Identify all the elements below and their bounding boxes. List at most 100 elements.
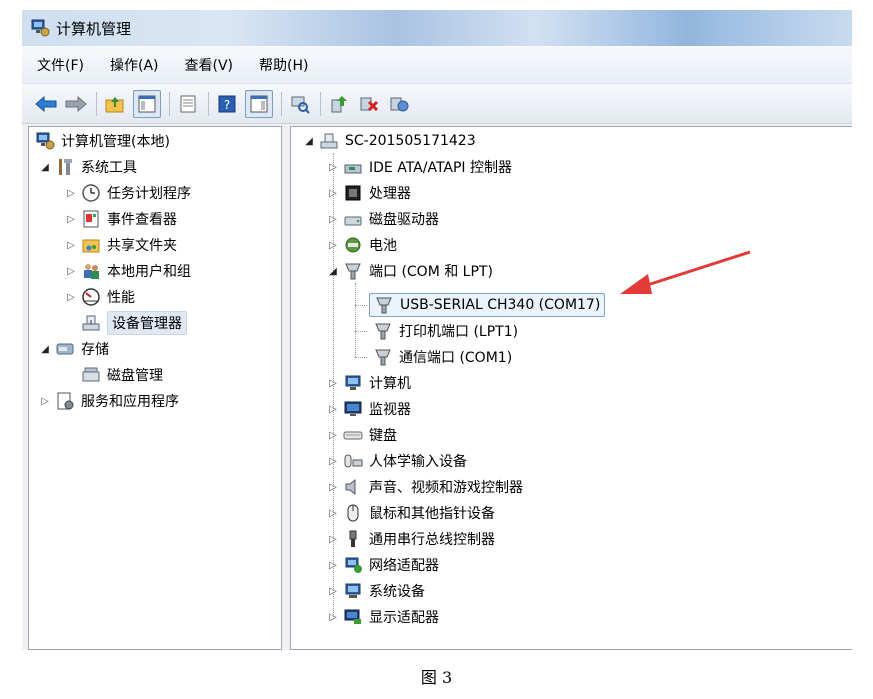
- svg-text:?: ?: [224, 98, 230, 112]
- device-category-display-adapters[interactable]: ▷ 显示适配器: [327, 605, 439, 629]
- device-tree-pane: ◢ SC-201505171423 ▷ IDE ATA/ATAPI 控制器 ▷ …: [290, 126, 852, 650]
- collapsed-arrow-icon[interactable]: ▷: [327, 404, 339, 415]
- menu-action[interactable]: 操作(A): [107, 53, 162, 77]
- back-button[interactable]: [34, 92, 58, 116]
- tree-item-performance[interactable]: ▷ 性能: [65, 285, 135, 309]
- device-category-sound[interactable]: ▷ 声音、视频和游戏控制器: [327, 475, 523, 499]
- computer-icon: [320, 133, 338, 149]
- expanded-arrow-icon[interactable]: ◢: [303, 136, 315, 147]
- menu-help[interactable]: 帮助(H): [256, 53, 311, 77]
- device-category-label: 键盘: [369, 428, 397, 444]
- computer-management-icon: [36, 132, 55, 150]
- device-category-monitors[interactable]: ▷ 监视器: [327, 397, 411, 421]
- collapsed-arrow-icon[interactable]: ▷: [65, 292, 77, 303]
- collapsed-arrow-icon[interactable]: ▷: [327, 534, 339, 545]
- menu-view[interactable]: 查看(V): [182, 53, 237, 77]
- title-bar: 计算机管理: [22, 10, 852, 46]
- device-printer-port-lpt1[interactable]: 打印机端口 (LPT1): [373, 319, 518, 343]
- tree-item-system-tools[interactable]: ◢ 系统工具: [39, 155, 137, 179]
- system-device-icon: [345, 583, 361, 598]
- tree-item-event-viewer[interactable]: ▷ 事件查看器: [65, 207, 177, 231]
- tree-item-task-scheduler[interactable]: ▷ 任务计划程序: [65, 181, 191, 205]
- hid-icon: [344, 454, 363, 468]
- device-category-ports[interactable]: ◢ 端口 (COM 和 LPT): [327, 259, 493, 283]
- folder-up-icon: [105, 96, 124, 112]
- device-category-disk-drives[interactable]: ▷ 磁盘驱动器: [327, 207, 439, 231]
- expanded-arrow-icon[interactable]: ◢: [39, 344, 51, 355]
- toolbar: ?: [22, 84, 852, 124]
- uninstall-device-button[interactable]: [387, 92, 411, 116]
- tree-item-computer-management[interactable]: 计算机管理(本地): [35, 129, 170, 153]
- device-category-network[interactable]: ▷ 网络适配器: [327, 553, 439, 577]
- storage-icon: [56, 343, 74, 355]
- collapsed-arrow-icon[interactable]: ▷: [327, 586, 339, 597]
- computer-name: SC-201505171423: [345, 133, 476, 149]
- device-category-label: 声音、视频和游戏控制器: [369, 480, 523, 496]
- up-level-button[interactable]: [103, 92, 127, 116]
- tree-item-label: 本地用户和组: [107, 264, 191, 280]
- device-label: USB-SERIAL CH340 (COM17): [400, 297, 601, 313]
- tree-item-services-applications[interactable]: ▷ 服务和应用程序: [39, 389, 179, 413]
- forward-button[interactable]: [64, 92, 88, 116]
- port-icon: [376, 297, 392, 314]
- tree-item-shared-folders[interactable]: ▷ 共享文件夹: [65, 233, 177, 257]
- disable-device-button[interactable]: [357, 92, 381, 116]
- tree-connector: [355, 305, 367, 306]
- collapsed-arrow-icon[interactable]: ▷: [327, 456, 339, 467]
- device-category-mice[interactable]: ▷ 鼠标和其他指针设备: [327, 501, 495, 525]
- collapsed-arrow-icon[interactable]: ▷: [327, 482, 339, 493]
- help-button[interactable]: ?: [215, 92, 239, 116]
- battery-icon: [345, 237, 361, 253]
- collapsed-arrow-icon[interactable]: ▷: [327, 214, 339, 225]
- tree-item-label-selected: 设备管理器: [107, 311, 187, 335]
- collapsed-arrow-icon[interactable]: ▷: [327, 378, 339, 389]
- properties-button[interactable]: [176, 92, 200, 116]
- collapsed-arrow-icon[interactable]: ▷: [65, 214, 77, 225]
- device-usb-serial-ch340[interactable]: USB-SERIAL CH340 (COM17): [369, 293, 606, 317]
- device-category-system[interactable]: ▷ 系统设备: [327, 579, 425, 603]
- device-category-usb-controllers[interactable]: ▷ 通用串行总线控制器: [327, 527, 495, 551]
- device-category-label: 显示适配器: [369, 610, 439, 626]
- scan-hardware-button[interactable]: [288, 92, 312, 116]
- device-category-processor[interactable]: ▷ 处理器: [327, 181, 411, 205]
- device-category-keyboards[interactable]: ▷ 键盘: [327, 423, 397, 447]
- device-category-label: IDE ATA/ATAPI 控制器: [369, 160, 513, 176]
- collapsed-arrow-icon[interactable]: ▷: [39, 396, 51, 407]
- collapsed-arrow-icon[interactable]: ▷: [65, 188, 77, 199]
- expanded-arrow-icon[interactable]: ◢: [39, 162, 51, 173]
- back-arrow-icon: [35, 95, 57, 112]
- collapsed-arrow-icon[interactable]: ▷: [327, 188, 339, 199]
- device-tree-root[interactable]: ◢ SC-201505171423: [303, 129, 476, 153]
- device-category-computer[interactable]: ▷ 计算机: [327, 371, 411, 395]
- tree-item-local-users-groups[interactable]: ▷ 本地用户和组: [65, 259, 191, 283]
- collapsed-arrow-icon[interactable]: ▷: [327, 612, 339, 623]
- monitor-icon: [344, 401, 362, 416]
- collapsed-arrow-icon[interactable]: ▷: [65, 266, 77, 277]
- expanded-arrow-icon[interactable]: ◢: [327, 266, 339, 277]
- toolbar-separator: [169, 91, 170, 116]
- device-category-hid[interactable]: ▷ 人体学输入设备: [327, 449, 467, 473]
- tree-item-device-manager[interactable]: 设备管理器: [81, 311, 187, 335]
- collapsed-arrow-icon[interactable]: ▷: [327, 240, 339, 251]
- services-icon: [57, 392, 74, 410]
- mouse-icon: [347, 504, 359, 522]
- collapsed-arrow-icon[interactable]: ▷: [327, 162, 339, 173]
- update-driver-button[interactable]: [327, 92, 351, 116]
- menu-file[interactable]: 文件(F): [34, 53, 87, 77]
- collapsed-arrow-icon[interactable]: ▷: [327, 430, 339, 441]
- forward-arrow-icon: [65, 95, 87, 112]
- device-category-battery[interactable]: ▷ 电池: [327, 233, 397, 257]
- device-communication-port-com1[interactable]: 通信端口 (COM1): [373, 345, 512, 369]
- tree-item-storage[interactable]: ◢ 存储: [39, 337, 109, 361]
- tree-item-label: 计算机管理(本地): [61, 134, 170, 150]
- tree-item-disk-management[interactable]: 磁盘管理: [81, 363, 163, 387]
- collapsed-arrow-icon[interactable]: ▷: [327, 508, 339, 519]
- device-category-ide[interactable]: ▷ IDE ATA/ATAPI 控制器: [327, 155, 512, 179]
- device-category-label: 通用串行总线控制器: [369, 532, 495, 548]
- device-category-label: 系统设备: [369, 584, 425, 600]
- show-console-tree-button[interactable]: [133, 89, 161, 118]
- clock-icon: [82, 184, 100, 202]
- collapsed-arrow-icon[interactable]: ▷: [65, 240, 77, 251]
- show-action-pane-button[interactable]: [245, 89, 273, 118]
- collapsed-arrow-icon[interactable]: ▷: [327, 560, 339, 571]
